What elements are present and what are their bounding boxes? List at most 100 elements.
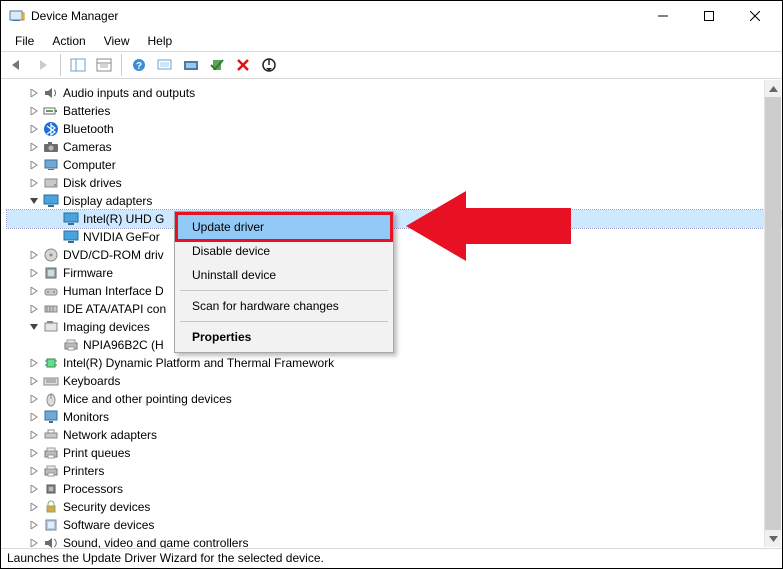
chevron-right-icon[interactable] <box>27 122 41 136</box>
chevron-right-icon[interactable] <box>27 266 41 280</box>
tree-node-label: Batteries <box>63 102 110 120</box>
chevron-right-icon[interactable] <box>27 446 41 460</box>
chevron-right-icon[interactable] <box>27 158 41 172</box>
back-button[interactable] <box>5 53 29 77</box>
chevron-right-icon[interactable] <box>27 500 41 514</box>
context-menu-item[interactable]: Update driver <box>178 215 390 239</box>
chevron-right-icon[interactable] <box>27 248 41 262</box>
tree-node[interactable]: Network adapters <box>7 426 782 444</box>
context-menu-item[interactable]: Properties <box>178 325 390 349</box>
chevron-right-icon[interactable] <box>27 374 41 388</box>
vertical-scrollbar[interactable] <box>764 80 781 547</box>
tree-node-label: Firmware <box>63 264 113 282</box>
menu-action[interactable]: Action <box>44 32 93 50</box>
chevron-right-icon[interactable] <box>27 428 41 442</box>
chevron-right-icon[interactable] <box>27 536 41 548</box>
show-hide-tree-button[interactable] <box>66 53 90 77</box>
network-icon <box>43 427 59 443</box>
tree-node-label: Intel(R) Dynamic Platform and Thermal Fr… <box>63 354 334 372</box>
tree-node[interactable]: Intel(R) Dynamic Platform and Thermal Fr… <box>7 354 782 372</box>
scroll-thumb[interactable] <box>765 97 781 537</box>
tree-node-label: Bluetooth <box>63 120 114 138</box>
tree-node[interactable]: Sound, video and game controllers <box>7 534 782 548</box>
tree-node[interactable]: Bluetooth <box>7 120 782 138</box>
forward-button[interactable] <box>31 53 55 77</box>
menu-view[interactable]: View <box>96 32 138 50</box>
scroll-up-button[interactable] <box>765 80 781 97</box>
imaging-icon <box>43 319 59 335</box>
scroll-down-button[interactable] <box>765 530 781 547</box>
menu-help[interactable]: Help <box>140 32 181 50</box>
tree-node-label: Mice and other pointing devices <box>63 390 232 408</box>
tree-node[interactable]: Imaging devices <box>7 318 782 336</box>
disable-device-button[interactable] <box>257 53 281 77</box>
tree-node[interactable]: Cameras <box>7 138 782 156</box>
tree-node[interactable]: NVIDIA GeFor <box>7 228 782 246</box>
maximize-button[interactable] <box>686 1 732 31</box>
title-bar: Device Manager <box>1 1 782 31</box>
chevron-right-icon[interactable] <box>27 140 41 154</box>
minimize-button[interactable] <box>640 1 686 31</box>
tree-node[interactable]: Printers <box>7 462 782 480</box>
chevron-right-icon[interactable] <box>27 464 41 478</box>
chevron-right-icon[interactable] <box>27 392 41 406</box>
scan-hardware-button[interactable] <box>153 53 177 77</box>
tree-node[interactable]: NPIA96B2C (H <box>7 336 782 354</box>
menu-bar: File Action View Help <box>1 31 782 51</box>
display-icon <box>43 193 59 209</box>
tree-node-label: Software devices <box>63 516 154 534</box>
tree-node[interactable]: Software devices <box>7 516 782 534</box>
chevron-right-icon[interactable] <box>27 104 41 118</box>
tree-node[interactable]: Processors <box>7 480 782 498</box>
tree-node[interactable]: Human Interface D <box>7 282 782 300</box>
context-menu-item[interactable]: Scan for hardware changes <box>178 294 390 318</box>
tree-node[interactable]: Audio inputs and outputs <box>7 84 782 102</box>
chevron-right-icon[interactable] <box>27 410 41 424</box>
tree-node[interactable]: DVD/CD-ROM driv <box>7 246 782 264</box>
tree-node[interactable]: Print queues <box>7 444 782 462</box>
tree-node-label: Intel(R) UHD G <box>83 210 164 228</box>
close-button[interactable] <box>732 1 778 31</box>
help-button[interactable]: ? <box>127 53 151 77</box>
context-menu-item[interactable]: Uninstall device <box>178 263 390 287</box>
context-menu[interactable]: Update driverDisable deviceUninstall dev… <box>174 211 394 353</box>
tree-node[interactable]: Security devices <box>7 498 782 516</box>
tree-node[interactable]: Disk drives <box>7 174 782 192</box>
tree-node[interactable]: Batteries <box>7 102 782 120</box>
update-driver-button[interactable] <box>179 53 203 77</box>
properties-button[interactable] <box>92 53 116 77</box>
tree-node[interactable]: Firmware <box>7 264 782 282</box>
camera-icon <box>43 139 59 155</box>
tree-node[interactable]: Intel(R) UHD G <box>7 210 782 228</box>
chevron-right-icon[interactable] <box>27 356 41 370</box>
chevron-right-icon[interactable] <box>27 482 41 496</box>
enable-device-button[interactable] <box>205 53 229 77</box>
chevron-right-icon[interactable] <box>27 86 41 100</box>
tree-node-label: Keyboards <box>63 372 120 390</box>
toolbar-separator <box>121 54 122 76</box>
tree-node-label: Sound, video and game controllers <box>63 534 248 548</box>
uninstall-device-button[interactable] <box>231 53 255 77</box>
tree-node[interactable]: Keyboards <box>7 372 782 390</box>
tree-node[interactable]: Monitors <box>7 408 782 426</box>
chevron-down-icon[interactable] <box>27 320 41 334</box>
chevron-right-icon[interactable] <box>27 176 41 190</box>
toolbar: ? <box>1 51 782 79</box>
tree-node[interactable]: Computer <box>7 156 782 174</box>
chevron-right-icon[interactable] <box>27 518 41 532</box>
device-tree[interactable]: Audio inputs and outputsBatteriesBluetoo… <box>7 84 782 548</box>
tree-node-label: Processors <box>63 480 123 498</box>
status-bar: Launches the Update Driver Wizard for th… <box>1 548 782 568</box>
tree-node[interactable]: IDE ATA/ATAPI con <box>7 300 782 318</box>
context-menu-separator <box>180 290 388 291</box>
context-menu-item[interactable]: Disable device <box>178 239 390 263</box>
chevron-right-icon[interactable] <box>27 302 41 316</box>
display-icon <box>63 211 79 227</box>
chevron-right-icon[interactable] <box>27 284 41 298</box>
computer-icon <box>43 157 59 173</box>
tree-node-label: Security devices <box>63 498 150 516</box>
tree-node[interactable]: Display adapters <box>7 192 782 210</box>
menu-file[interactable]: File <box>7 32 42 50</box>
tree-node[interactable]: Mice and other pointing devices <box>7 390 782 408</box>
chevron-down-icon[interactable] <box>27 194 41 208</box>
